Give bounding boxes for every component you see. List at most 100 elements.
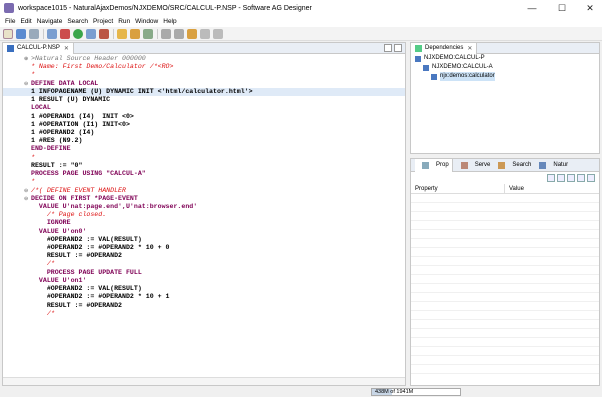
code-line[interactable]: RESULT := #OPERAND2 bbox=[3, 302, 405, 310]
code-line[interactable]: VALUE U'on1' bbox=[3, 277, 405, 285]
code-line[interactable]: /* Page closed. bbox=[3, 211, 405, 219]
code-line[interactable]: * bbox=[3, 71, 405, 79]
editor-tab[interactable]: CALCUL-P.NSP ✕ bbox=[3, 42, 74, 54]
code-line[interactable]: ⊖ DEFINE DATA LOCAL bbox=[3, 80, 405, 88]
build-icon[interactable] bbox=[47, 28, 57, 39]
properties-panel: Prop Serve Search Natur Property Value bbox=[410, 158, 600, 386]
stop-icon[interactable] bbox=[60, 28, 70, 39]
code-line[interactable]: VALUE U'nat:page.end',U'nat:browser.end' bbox=[3, 203, 405, 211]
code-text: * bbox=[31, 71, 35, 79]
code-text: #OPERAND2 := #OPERAND2 * 10 + 1 bbox=[31, 293, 170, 301]
code-line[interactable]: #OPERAND2 := #OPERAND2 * 10 + 1 bbox=[3, 293, 405, 301]
menu-icon[interactable] bbox=[587, 174, 595, 182]
code-line[interactable]: #OPERAND2 := #OPERAND2 * 10 + 0 bbox=[3, 244, 405, 252]
close-icon[interactable]: ✕ bbox=[64, 45, 69, 52]
code-line[interactable]: IGNORE bbox=[3, 219, 405, 227]
tree-node[interactable]: njx:demos:calculator bbox=[411, 72, 599, 81]
menu-run[interactable]: Run bbox=[118, 18, 130, 25]
code-line[interactable]: VALUE U'on0' bbox=[3, 228, 405, 236]
close-button[interactable]: ✕ bbox=[576, 0, 602, 16]
open-type-icon[interactable] bbox=[117, 28, 127, 39]
code-line[interactable]: PROCESS PAGE UPDATE FULL bbox=[3, 269, 405, 277]
tree-node-label: njx:demos:calculator bbox=[440, 72, 495, 81]
tree-node[interactable]: NJXDEMO:CALCUL-P bbox=[411, 54, 599, 63]
pin-icon[interactable] bbox=[213, 28, 223, 39]
code-line[interactable]: * Name: First Demo/Calculator /*<RO> bbox=[3, 63, 405, 71]
back-icon[interactable] bbox=[187, 28, 197, 39]
code-line[interactable]: * bbox=[3, 178, 405, 186]
menu-edit[interactable]: Edit bbox=[20, 18, 31, 25]
tree-node[interactable]: NJXDEMO:CALCUL-A bbox=[411, 63, 599, 72]
menu-file[interactable]: File bbox=[5, 18, 15, 25]
prev-annotation-icon[interactable] bbox=[174, 28, 184, 39]
code-line[interactable]: END-DEFINE bbox=[3, 145, 405, 153]
horizontal-scrollbar[interactable] bbox=[3, 377, 405, 385]
dependencies-tab[interactable]: Dependencies ✕ bbox=[411, 42, 478, 54]
heap-status[interactable]: 438M of 1941M bbox=[371, 388, 461, 396]
search-icon[interactable] bbox=[143, 28, 153, 39]
code-line[interactable]: 1 #OPERATION (I1) INIT<0> bbox=[3, 121, 405, 129]
editor-tab-label: CALCUL-P.NSP bbox=[17, 45, 60, 51]
code-line[interactable]: ⊖/*( DEFINE EVENT HANDLER bbox=[3, 187, 405, 195]
code-text: #OPERAND2 := VAL(RESULT) bbox=[31, 285, 142, 293]
code-line[interactable]: RESULT := "0" bbox=[3, 162, 405, 170]
maximize-view-icon[interactable] bbox=[394, 44, 402, 52]
tab-servers[interactable]: Serve bbox=[457, 161, 490, 169]
save-icon[interactable] bbox=[16, 28, 26, 39]
minimize-view-icon[interactable] bbox=[384, 44, 392, 52]
menu-window[interactable]: Window bbox=[135, 18, 158, 25]
run-icon[interactable] bbox=[73, 28, 83, 39]
title-bar: workspace1015 - NaturalAjaxDemos/NJXDEMO… bbox=[0, 0, 602, 16]
fold-toggle-icon[interactable]: ⊖ bbox=[24, 187, 28, 195]
menu-search[interactable]: Search bbox=[67, 18, 88, 25]
tab-properties[interactable]: Prop bbox=[415, 158, 453, 172]
code-text: PROCESS PAGE UPDATE FULL bbox=[31, 268, 142, 276]
column-header-property[interactable]: Property bbox=[411, 184, 505, 193]
external-tools-icon[interactable] bbox=[99, 28, 109, 39]
categories-icon[interactable] bbox=[557, 174, 565, 182]
tab-natural[interactable]: Natur bbox=[535, 161, 568, 169]
code-line[interactable]: ⊕ >Natural Source Header 000000 bbox=[3, 55, 405, 63]
menu-help[interactable]: Help bbox=[163, 18, 176, 25]
toolbar-separator bbox=[43, 28, 44, 39]
open-folder-icon[interactable] bbox=[130, 28, 140, 39]
code-line[interactable]: /* bbox=[3, 310, 405, 318]
menu-project[interactable]: Project bbox=[93, 18, 113, 25]
next-annotation-icon[interactable] bbox=[161, 28, 171, 39]
code-line[interactable]: 1 #OPERAND2 (I4) bbox=[3, 129, 405, 137]
menu-navigate[interactable]: Navigate bbox=[37, 18, 63, 25]
code-line[interactable]: 1 #OPERAND1 (I4) INIT <0> bbox=[3, 113, 405, 121]
column-header-value[interactable]: Value bbox=[505, 184, 524, 193]
dependencies-panel: Dependencies ✕ NJXDEMO:CALCUL-P NJXDEMO:C… bbox=[410, 42, 600, 154]
code-line[interactable]: /* bbox=[3, 260, 405, 268]
code-line[interactable]: #OPERAND2 := VAL(RESULT) bbox=[3, 285, 405, 293]
filter-icon[interactable] bbox=[567, 174, 575, 182]
advanced-icon[interactable] bbox=[577, 174, 585, 182]
forward-icon[interactable] bbox=[200, 28, 210, 39]
code-line[interactable]: PROCESS PAGE USING "CALCUL-A" bbox=[3, 170, 405, 178]
code-text: #OPERAND2 := #OPERAND2 * 10 + 0 bbox=[31, 244, 170, 252]
code-line[interactable]: #OPERAND2 := VAL(RESULT) bbox=[3, 236, 405, 244]
maximize-button[interactable]: ☐ bbox=[548, 0, 576, 16]
code-line[interactable]: 1 INFOPAGENAME (U) DYNAMIC INIT <'html/c… bbox=[3, 87, 405, 97]
code-line[interactable]: RESULT := #OPERAND2 bbox=[3, 252, 405, 260]
close-icon[interactable]: ✕ bbox=[467, 45, 472, 52]
fold-toggle-icon[interactable]: ⊕ bbox=[24, 55, 28, 63]
tab-search[interactable]: Search bbox=[494, 161, 531, 169]
new-icon[interactable] bbox=[3, 28, 13, 39]
code-line[interactable]: LOCAL bbox=[3, 104, 405, 112]
search-icon bbox=[498, 161, 506, 169]
debug-icon[interactable] bbox=[86, 28, 96, 39]
code-text: 1 RESULT (U) DYNAMIC bbox=[31, 96, 111, 104]
code-area[interactable]: ⊕ >Natural Source Header 000000 * Name: Fi… bbox=[3, 55, 405, 373]
pin-icon[interactable] bbox=[547, 174, 555, 182]
code-text: #OPERAND2 := VAL(RESULT) bbox=[31, 235, 142, 243]
code-line[interactable]: * bbox=[3, 154, 405, 162]
code-line[interactable]: 1 #RES (N9.2) bbox=[3, 137, 405, 145]
code-line[interactable]: 1 RESULT (U) DYNAMIC bbox=[3, 96, 405, 104]
save-all-icon[interactable] bbox=[29, 28, 39, 39]
fold-toggle-icon[interactable]: ⊖ bbox=[24, 195, 28, 203]
fold-toggle-icon[interactable]: ⊖ bbox=[24, 80, 28, 88]
minimize-button[interactable]: — bbox=[518, 0, 546, 16]
code-line[interactable]: ⊖ DECIDE ON FIRST *PAGE-EVENT bbox=[3, 195, 405, 203]
